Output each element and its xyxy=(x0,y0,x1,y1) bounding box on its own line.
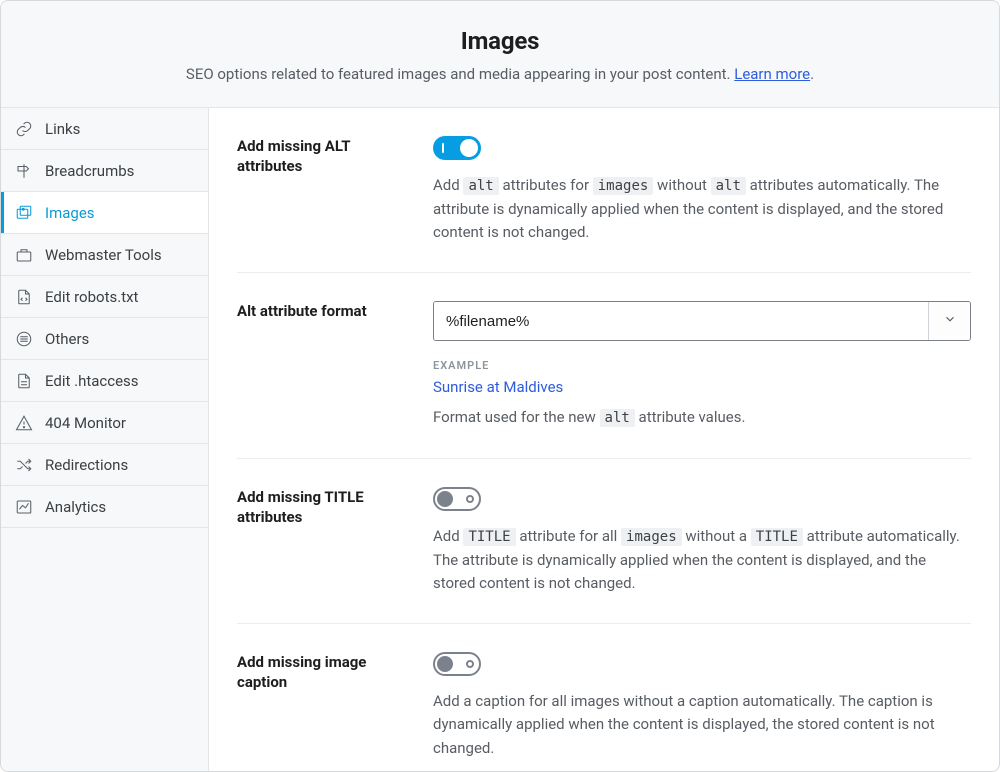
setting-label: Alt attribute format xyxy=(237,301,405,430)
sidebar-item-edit-robots[interactable]: Edit robots.txt xyxy=(1,276,208,318)
subtitle-suffix: . xyxy=(810,65,814,83)
settings-panel: Images SEO options related to featured i… xyxy=(0,0,1000,772)
sidebar-item-label: Edit .htaccess xyxy=(45,372,139,390)
learn-more-link[interactable]: Learn more xyxy=(734,65,810,83)
setting-body: Add TITLE attribute for all images witho… xyxy=(433,487,971,595)
sidebar-item-breadcrumbs[interactable]: Breadcrumbs xyxy=(1,150,208,192)
desc-text: without a xyxy=(682,527,751,545)
sidebar-item-label: Images xyxy=(45,204,95,222)
sidebar-item-others[interactable]: Others xyxy=(1,318,208,360)
panel-body: Links Breadcrumbs Images Webmaster Tools… xyxy=(1,108,999,771)
warning-icon xyxy=(15,414,33,432)
sidebar-item-webmaster-tools[interactable]: Webmaster Tools xyxy=(1,234,208,276)
sidebar-item-label: Redirections xyxy=(45,456,128,474)
sidebar-item-redirections[interactable]: Redirections xyxy=(1,444,208,486)
setting-body: EXAMPLE Sunrise at Maldives Format used … xyxy=(433,301,971,430)
setting-alt-format: Alt attribute format EXAMPLE Sunrise at … xyxy=(237,301,971,459)
sidebar-item-label: Others xyxy=(45,330,89,348)
sidebar-item-label: Edit robots.txt xyxy=(45,288,138,306)
sidebar-item-images[interactable]: Images xyxy=(1,192,208,234)
signpost-icon xyxy=(15,162,33,180)
alt-format-input[interactable] xyxy=(434,302,928,340)
chart-line-icon xyxy=(15,498,33,516)
toggle-off-indicator xyxy=(466,660,474,668)
setting-alt-missing: Add missing ALT attributes Add alt attri… xyxy=(237,136,971,273)
desc-text: Add xyxy=(433,176,463,194)
file-text-icon xyxy=(15,372,33,390)
desc-code: images xyxy=(621,528,682,546)
page-title: Images xyxy=(21,27,979,55)
page-subtitle: SEO options related to featured images a… xyxy=(21,65,979,83)
setting-title-missing: Add missing TITLE attributes Add TITLE a… xyxy=(237,487,971,624)
desc-text: attribute values. xyxy=(635,408,746,426)
toggle-on-indicator xyxy=(442,143,444,153)
desc-text: attribute for all xyxy=(516,527,621,545)
example-value: Sunrise at Maldives xyxy=(433,378,971,396)
sidebar-item-edit-htaccess[interactable]: Edit .htaccess xyxy=(1,360,208,402)
desc-text: attributes for xyxy=(499,176,593,194)
sidebar-item-analytics[interactable]: Analytics xyxy=(1,486,208,528)
setting-description: Add alt attributes for images without al… xyxy=(433,174,971,244)
alt-format-combo xyxy=(433,301,971,341)
sidebar-item-label: Links xyxy=(45,120,80,138)
sidebar-item-label: Analytics xyxy=(45,498,106,516)
toggle-knob xyxy=(437,491,453,507)
desc-code: alt xyxy=(711,177,746,195)
sidebar-item-links[interactable]: Links xyxy=(1,108,208,150)
link-icon xyxy=(15,120,33,138)
setting-description: Add a caption for all images without a c… xyxy=(433,690,971,760)
sidebar-item-label: Breadcrumbs xyxy=(45,162,134,180)
subtitle-text: SEO options related to featured images a… xyxy=(186,65,734,83)
sidebar-item-404-monitor[interactable]: 404 Monitor xyxy=(1,402,208,444)
desc-text: without xyxy=(653,176,710,194)
settings-content: Add missing ALT attributes Add alt attri… xyxy=(209,108,999,771)
desc-code: alt xyxy=(463,177,498,195)
sidebar-item-label: Webmaster Tools xyxy=(45,246,162,264)
toggle-knob xyxy=(437,656,453,672)
desc-code: alt xyxy=(600,409,635,427)
setting-description: Format used for the new alt attribute va… xyxy=(433,406,971,430)
desc-code: TITLE xyxy=(463,528,515,546)
desc-code: TITLE xyxy=(751,528,803,546)
example-label: EXAMPLE xyxy=(433,359,971,372)
title-missing-toggle[interactable] xyxy=(433,487,481,511)
briefcase-icon xyxy=(15,246,33,264)
setting-label: Add missing TITLE attributes xyxy=(237,487,405,595)
panel-header: Images SEO options related to featured i… xyxy=(1,1,999,108)
alt-format-dropdown-button[interactable] xyxy=(928,302,970,340)
desc-code: images xyxy=(593,177,654,195)
settings-sidebar: Links Breadcrumbs Images Webmaster Tools… xyxy=(1,108,209,771)
toggle-off-indicator xyxy=(466,495,474,503)
setting-label: Add missing image caption xyxy=(237,652,405,760)
desc-text: Add xyxy=(433,527,463,545)
file-code-icon xyxy=(15,288,33,306)
desc-text: Format used for the new xyxy=(433,408,600,426)
setting-caption-missing: Add missing image caption Add a caption … xyxy=(237,652,971,771)
sidebar-item-label: 404 Monitor xyxy=(45,414,126,432)
setting-label: Add missing ALT attributes xyxy=(237,136,405,244)
shuffle-icon xyxy=(15,456,33,474)
chevron-down-icon xyxy=(943,312,957,330)
toggle-knob xyxy=(460,139,478,157)
alt-missing-toggle[interactable] xyxy=(433,136,481,160)
setting-body: Add a caption for all images without a c… xyxy=(433,652,971,760)
images-icon xyxy=(15,204,33,222)
setting-description: Add TITLE attribute for all images witho… xyxy=(433,525,971,595)
list-icon xyxy=(15,330,33,348)
caption-missing-toggle[interactable] xyxy=(433,652,481,676)
setting-body: Add alt attributes for images without al… xyxy=(433,136,971,244)
